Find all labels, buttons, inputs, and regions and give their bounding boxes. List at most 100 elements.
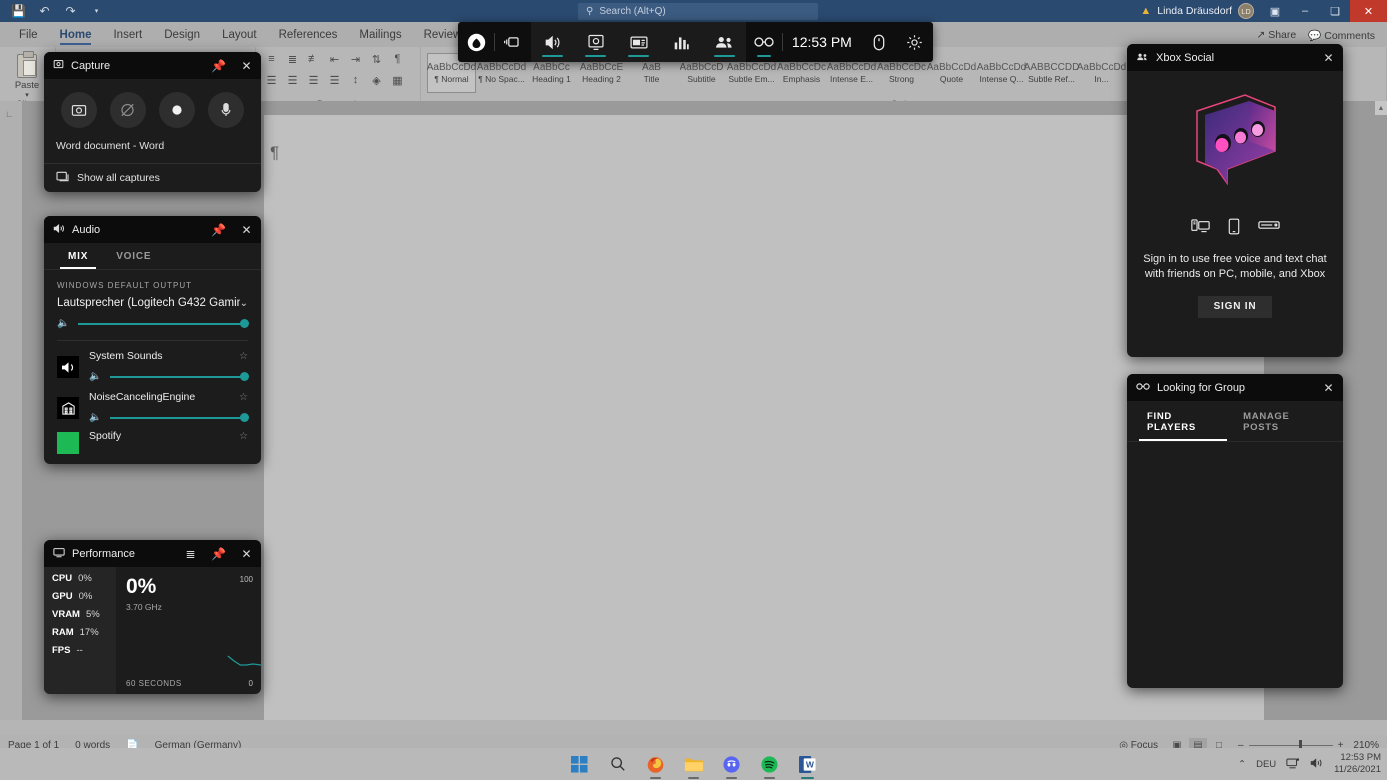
chevron-up-icon[interactable]: ⌃ <box>1238 759 1246 770</box>
align-left-icon[interactable]: ☰ <box>262 71 281 89</box>
style-item[interactable]: AaBbCcDd In... <box>1077 53 1126 93</box>
firefox-icon[interactable] <box>643 751 669 779</box>
tab-voice[interactable]: VOICE <box>102 243 165 269</box>
align-center-icon[interactable]: ☰ <box>283 71 302 89</box>
volume-track[interactable] <box>110 371 249 381</box>
audio-widget-icon[interactable] <box>531 22 574 62</box>
settings-sliders-icon[interactable]: ≣ <box>180 543 201 564</box>
line-spacing-icon[interactable]: ↕ <box>346 71 365 89</box>
scroll-up-button[interactable]: ▲ <box>1375 101 1387 115</box>
document-page[interactable]: ¶ <box>264 115 1264 720</box>
close-icon[interactable]: ✕ <box>1318 47 1339 68</box>
microphone-icon[interactable] <box>208 92 245 128</box>
tab-layout[interactable]: Layout <box>211 25 268 47</box>
close-button[interactable]: ✕ <box>1350 0 1387 22</box>
tab-home[interactable]: Home <box>49 25 103 47</box>
style-item[interactable]: AaBbCcDd Intense Q... <box>977 53 1026 93</box>
word-icon[interactable]: W <box>795 751 821 779</box>
undo-icon[interactable]: ↶ <box>36 3 53 20</box>
discord-icon[interactable] <box>719 751 745 779</box>
gear-icon[interactable] <box>897 22 933 62</box>
tab-design[interactable]: Design <box>153 25 211 47</box>
close-icon[interactable]: ✕ <box>1318 377 1339 398</box>
widget-store-icon[interactable] <box>617 22 660 62</box>
search-box[interactable]: ⚲ Search (Alt+Q) <box>578 3 818 20</box>
close-icon[interactable]: ✕ <box>236 219 257 240</box>
sort-icon[interactable]: ⇅ <box>367 50 386 68</box>
show-all-captures-button[interactable]: Show all captures <box>44 163 261 192</box>
start-recording-icon[interactable] <box>159 92 196 128</box>
shading-icon[interactable]: ◈ <box>367 71 386 89</box>
chevron-down-icon[interactable]: ▾ <box>6 91 48 99</box>
mouse-icon[interactable] <box>861 22 897 62</box>
file-explorer-icon[interactable] <box>681 751 707 779</box>
justify-icon[interactable]: ☰ <box>325 71 344 89</box>
app-volume-slider[interactable]: 🔈 <box>89 412 249 423</box>
borders-icon[interactable]: ▦ <box>388 71 407 89</box>
performance-metric-row[interactable]: GPU 0% <box>52 591 116 602</box>
ribbon-display-options-icon[interactable]: ▣ <box>1260 0 1290 22</box>
volume-thumb[interactable] <box>240 412 249 422</box>
zoom-track[interactable] <box>1248 740 1333 751</box>
tab-stop-icon[interactable]: ∟ <box>5 109 14 119</box>
close-icon[interactable]: ✕ <box>236 543 257 564</box>
volume-track[interactable] <box>78 318 249 328</box>
tab-references[interactable]: References <box>268 25 349 47</box>
list-item[interactable]: Spotify ☆ <box>44 423 261 454</box>
taskbar-clock[interactable]: 12:53 PM 11/26/2021 <box>1334 752 1381 776</box>
screenshot-camera-icon[interactable] <box>60 92 97 128</box>
style-item[interactable]: AaBbCcDd Quote <box>927 53 976 93</box>
close-icon[interactable]: ✕ <box>236 55 257 76</box>
tab-mix[interactable]: MIX <box>54 243 102 269</box>
output-device-selector[interactable]: Lautsprecher (Logitech G432 Gaming He...… <box>57 297 248 309</box>
language-indicator[interactable]: DEU <box>1256 759 1276 770</box>
paste-button[interactable]: Paste ▾ <box>6 50 48 99</box>
share-button[interactable]: ↗ Share <box>1256 29 1296 42</box>
pin-icon[interactable]: 📌 <box>208 55 229 76</box>
widget-menu-icon[interactable] <box>495 22 531 62</box>
restore-button[interactable]: ❏ <box>1320 0 1350 22</box>
app-volume-slider[interactable]: 🔈 <box>89 371 249 382</box>
xbox-social-icon[interactable] <box>703 22 746 62</box>
customize-quick-access-icon[interactable]: ▾ <box>88 3 105 20</box>
volume-track[interactable] <box>110 412 249 422</box>
decrease-indent-icon[interactable]: ⇤ <box>325 50 344 68</box>
volume-icon[interactable] <box>1310 757 1324 772</box>
performance-widget-icon[interactable] <box>660 22 703 62</box>
account-area[interactable]: ▲ Linda Dräusdorf LD <box>1140 3 1260 19</box>
comments-button[interactable]: 💬 Comments <box>1308 29 1375 42</box>
bullets-icon[interactable]: ≡ <box>262 50 281 68</box>
spotify-icon[interactable] <box>757 751 783 779</box>
pin-icon[interactable]: 📌 <box>208 219 229 240</box>
avatar[interactable]: LD <box>1238 3 1254 19</box>
performance-metric-row[interactable]: FPS -- <box>52 645 116 656</box>
search-icon[interactable] <box>605 751 631 777</box>
multilevel-list-icon[interactable]: ≢ <box>304 50 323 68</box>
tab-insert[interactable]: Insert <box>102 25 153 47</box>
favorite-star-icon[interactable]: ☆ <box>239 351 248 362</box>
volume-thumb[interactable] <box>240 318 249 328</box>
pin-icon[interactable]: 📌 <box>208 543 229 564</box>
xbox-logo-icon[interactable] <box>458 22 494 62</box>
save-icon[interactable]: 💾 <box>10 3 27 20</box>
tab-manage-posts[interactable]: MANAGE POSTS <box>1231 401 1335 441</box>
list-item[interactable]: NoiseCancelingEngine ☆ 🔈 <box>44 382 261 423</box>
align-right-icon[interactable]: ☰ <box>304 71 323 89</box>
sign-in-button[interactable]: SIGN IN <box>1198 295 1272 318</box>
minimize-button[interactable]: – <box>1290 0 1320 22</box>
network-icon[interactable] <box>1286 757 1300 772</box>
performance-metric-row[interactable]: CPU 0% <box>52 573 116 584</box>
windows-start-icon[interactable] <box>567 751 593 777</box>
capture-widget-icon[interactable] <box>574 22 617 62</box>
looking-for-group-icon[interactable] <box>746 22 782 62</box>
style-item[interactable]: AABBCCDD Subtle Ref... <box>1024 53 1080 93</box>
tab-mailings[interactable]: Mailings <box>348 25 412 47</box>
performance-metric-row[interactable]: RAM 17% <box>52 627 116 638</box>
performance-metric-row[interactable]: VRAM 5% <box>52 609 116 620</box>
tab-find-players[interactable]: FIND PLAYERS <box>1135 401 1231 441</box>
increase-indent-icon[interactable]: ⇥ <box>346 50 365 68</box>
favorite-star-icon[interactable]: ☆ <box>239 392 248 403</box>
show-formatting-icon[interactable]: ¶ <box>388 50 407 68</box>
tab-file[interactable]: File <box>8 25 49 47</box>
master-volume-slider[interactable]: 🔈 <box>57 318 249 329</box>
